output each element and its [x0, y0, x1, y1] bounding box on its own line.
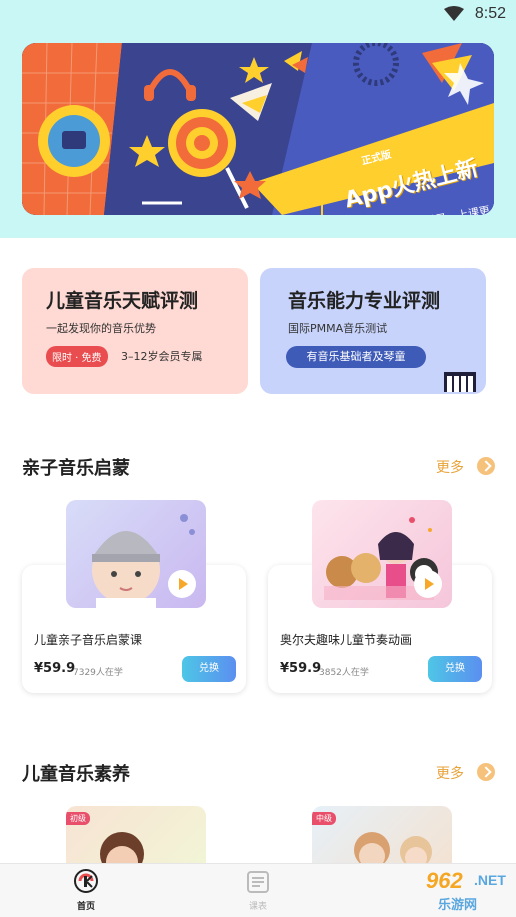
- course-thumbnail[interactable]: 初级: [66, 806, 206, 866]
- audience-button[interactable]: 有音乐基础者及琴童: [286, 346, 426, 368]
- eval-desc: 国际PMMA音乐测试: [288, 322, 388, 335]
- level-tag: 初级: [66, 812, 90, 825]
- wifi-icon: [444, 6, 464, 21]
- tab-course[interactable]: 课表: [240, 870, 276, 913]
- course-thumbnail[interactable]: [312, 500, 452, 608]
- redeem-button[interactable]: 兑换: [182, 656, 236, 682]
- promo-banner[interactable]: 正式版 App火热上新 独立账号登录，上课更省心: [22, 43, 494, 215]
- list-icon: [247, 871, 269, 893]
- course-price: ¥59.9: [34, 661, 76, 676]
- redeem-button[interactable]: 兑换: [428, 656, 482, 682]
- section-title-enlightenment: 亲子音乐启蒙: [22, 458, 130, 479]
- watermark-number: 962: [426, 868, 463, 893]
- status-time: 8:52: [474, 5, 506, 22]
- site-watermark: 962 .NET 乐游网: [392, 868, 514, 914]
- chevron-right-icon[interactable]: [477, 763, 495, 781]
- level-tag: 中级: [312, 812, 336, 825]
- chevron-right-icon[interactable]: [477, 457, 495, 475]
- watermark-name: 乐游网: [438, 898, 478, 913]
- play-icon[interactable]: [414, 570, 442, 598]
- more-link-literacy[interactable]: 更多: [436, 763, 464, 783]
- course-thumbnail[interactable]: [66, 500, 206, 608]
- learner-count: 7329人在学: [73, 668, 123, 678]
- course-name: 奥尔夫趣味儿童节奏动画: [280, 633, 413, 647]
- talent-evaluation-card[interactable]: 儿童音乐天赋评测 一起发现你的音乐优势 限时 · 免费 3–12岁会员专属: [22, 268, 248, 394]
- course-name: 儿童亲子音乐启蒙课: [34, 633, 143, 647]
- tab-home[interactable]: 首页: [66, 868, 106, 913]
- eval-desc: 一起发现你的音乐优势: [46, 322, 156, 335]
- home-logo-icon: [74, 869, 98, 893]
- member-note: 3–12岁会员专属: [121, 350, 203, 363]
- ability-evaluation-card[interactable]: 音乐能力专业评测 国际PMMA音乐测试 有音乐基础者及琴童: [260, 268, 486, 394]
- section-title-literacy: 儿童音乐素养: [22, 764, 130, 785]
- course-price: ¥59.9: [280, 661, 322, 676]
- eval-title: 音乐能力专业评测: [288, 290, 441, 312]
- tab-home-label: 首页: [76, 902, 95, 912]
- learner-count: 3852人在学: [319, 668, 369, 678]
- more-link-enlightenment[interactable]: 更多: [436, 457, 464, 477]
- course-thumbnail[interactable]: 中级: [312, 806, 452, 866]
- piano-icon: [444, 372, 476, 392]
- eval-title: 儿童音乐天赋评测: [46, 290, 199, 312]
- play-icon[interactable]: [168, 570, 196, 598]
- free-tag: 限时 · 免费: [46, 346, 108, 367]
- tab-course-label: 课表: [248, 902, 267, 912]
- status-bar: 8:52: [0, 0, 516, 30]
- watermark-net: .NET: [474, 872, 506, 888]
